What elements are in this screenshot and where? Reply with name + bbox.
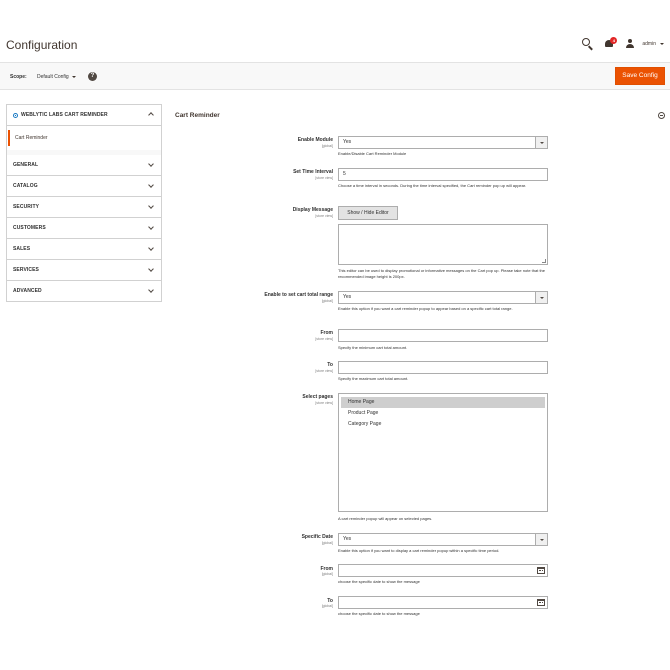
collapse-section-icon[interactable] [658, 112, 665, 119]
sidebar-item-cart-reminder[interactable]: Cart Reminder [6, 126, 162, 150]
field-note: Specify the maximum cart total amount. [338, 376, 409, 381]
time-interval-input[interactable]: 5 [338, 168, 548, 181]
sidebar-item-label: GENERAL [13, 162, 39, 168]
field-note: Specify the minimum cart total amount. [338, 345, 408, 350]
sidebar-item-label: ADVANCED [13, 288, 42, 294]
calendar-icon[interactable] [537, 599, 545, 606]
page-title: Configuration [6, 38, 78, 52]
to-total-label: To [327, 362, 333, 368]
section-title: Cart Reminder [175, 112, 220, 119]
cart-total-range-select[interactable]: Yes [338, 291, 548, 304]
sidebar-item-label: Cart Reminder [15, 135, 48, 141]
select-value: Yes [343, 139, 352, 145]
scope-hint: [store view] [315, 176, 333, 180]
calendar-icon[interactable] [537, 567, 545, 574]
scope-hint: [global] [321, 299, 333, 303]
scope-hint: [global] [321, 604, 333, 608]
specific-date-label: Specific Date [301, 534, 333, 540]
field-note: choose the specific date to show the mes… [338, 611, 420, 616]
sidebar-item-label: SECURITY [13, 204, 40, 210]
sidebar-item-sales[interactable]: SALES [6, 239, 162, 260]
field-note: This editor can be used to display promo… [338, 268, 546, 279]
sidebar-item-label: CATALOG [13, 183, 38, 189]
chevron-up-icon [148, 112, 154, 118]
field-note: Choose a time interval in seconds. Durin… [338, 183, 527, 188]
chevron-down-icon [148, 161, 154, 167]
field-note: choose the specific date to show the mes… [338, 579, 420, 584]
sidebar-tab-weblytic[interactable]: WEBLYTIC LABS CART REMINDER [6, 104, 162, 126]
to-total-input[interactable] [338, 361, 548, 374]
field-note: Enable this option if you want a cart re… [338, 306, 513, 311]
toggle-editor-button[interactable]: Show / Hide Editor [338, 206, 398, 220]
display-message-label: Display Message [292, 207, 333, 213]
display-message-textarea[interactable] [338, 224, 548, 265]
sidebar-item-label: CUSTOMERS [13, 225, 46, 231]
chevron-down-icon [148, 245, 154, 251]
field-note: Enable/Disable Cart Reminder Module [338, 151, 407, 156]
notifications-bell-icon[interactable]: 4 [604, 37, 618, 50]
sidebar-item-label: SERVICES [13, 267, 39, 273]
scope-hint: [global] [321, 572, 333, 576]
sidebar-item-advanced[interactable]: ADVANCED [6, 281, 162, 302]
header-actions: 4 admin [582, 37, 664, 51]
scope-switcher[interactable]: Default Config [37, 74, 76, 80]
from-date-input[interactable] [338, 564, 548, 577]
select-arrow-icon [535, 292, 547, 303]
scope-hint: [store view] [315, 369, 333, 373]
scope-value: Default Config [37, 74, 69, 80]
field-note: Enable this option if you want to displa… [338, 548, 500, 553]
scope-hint: [global] [321, 541, 333, 545]
scope-hint: [store view] [315, 337, 333, 341]
config-sidebar: WEBLYTIC LABS CART REMINDER Cart Reminde… [6, 104, 162, 302]
scope-hint: [global] [321, 144, 333, 148]
cart-total-range-label: Enable to set cart total range [264, 292, 333, 298]
sidebar-item-catalog[interactable]: CATALOG [6, 176, 162, 197]
save-config-button[interactable]: Save Config [615, 67, 665, 85]
select-arrow-icon [535, 137, 547, 148]
page-option-category[interactable]: Category Page [341, 419, 545, 430]
page-option-home[interactable]: Home Page [341, 397, 545, 408]
from-total-label: From [320, 330, 334, 336]
enable-module-select[interactable]: Yes [338, 136, 548, 149]
scope-hint: [store view] [315, 401, 333, 405]
chevron-down-icon [660, 43, 664, 45]
sidebar-item-general[interactable]: GENERAL [6, 155, 162, 176]
resize-handle-icon[interactable] [542, 259, 546, 263]
select-pages-label: Select pages [302, 394, 333, 400]
help-icon[interactable]: ? [88, 72, 97, 81]
sidebar-tab-label: WEBLYTIC LABS CART REMINDER [21, 112, 108, 118]
specific-date-select[interactable]: Yes [338, 533, 548, 546]
weblytic-logo-icon [13, 112, 18, 118]
field-note: A cart reminder popup will appear on sel… [338, 516, 433, 521]
select-arrow-icon [535, 534, 547, 545]
page-header: Configuration 4 admin [0, 0, 670, 62]
chevron-down-icon [148, 266, 154, 272]
enable-module-label: Enable Module [297, 137, 333, 143]
chevron-down-icon [148, 287, 154, 293]
search-icon[interactable] [582, 38, 594, 51]
scope-hint: [store view] [315, 214, 333, 218]
time-interval-label: Set Time Interval [293, 169, 333, 175]
page-option-product[interactable]: Product Page [341, 408, 545, 419]
select-pages-multiselect[interactable]: Home Page Product Page Category Page [338, 393, 548, 512]
scope-label: Scope: [10, 74, 27, 80]
notification-count-badge: 4 [610, 37, 618, 44]
scope-bar: Scope: Default Config ? [0, 62, 670, 90]
chevron-down-icon [71, 76, 76, 78]
chevron-down-icon [148, 203, 154, 209]
chevron-down-icon [148, 224, 154, 230]
sidebar-item-security[interactable]: SECURITY [6, 197, 162, 218]
select-value: Yes [343, 294, 352, 300]
user-icon [626, 38, 638, 50]
sidebar-item-customers[interactable]: CUSTOMERS [6, 218, 162, 239]
from-total-input[interactable] [338, 329, 548, 342]
sidebar-item-services[interactable]: SERVICES [6, 260, 162, 281]
to-date-input[interactable] [338, 596, 548, 609]
sidebar-item-label: SALES [13, 246, 31, 252]
chevron-down-icon [148, 182, 154, 188]
user-name: admin [642, 41, 656, 47]
user-account-menu[interactable]: admin [626, 38, 664, 50]
select-value: Yes [343, 536, 352, 542]
